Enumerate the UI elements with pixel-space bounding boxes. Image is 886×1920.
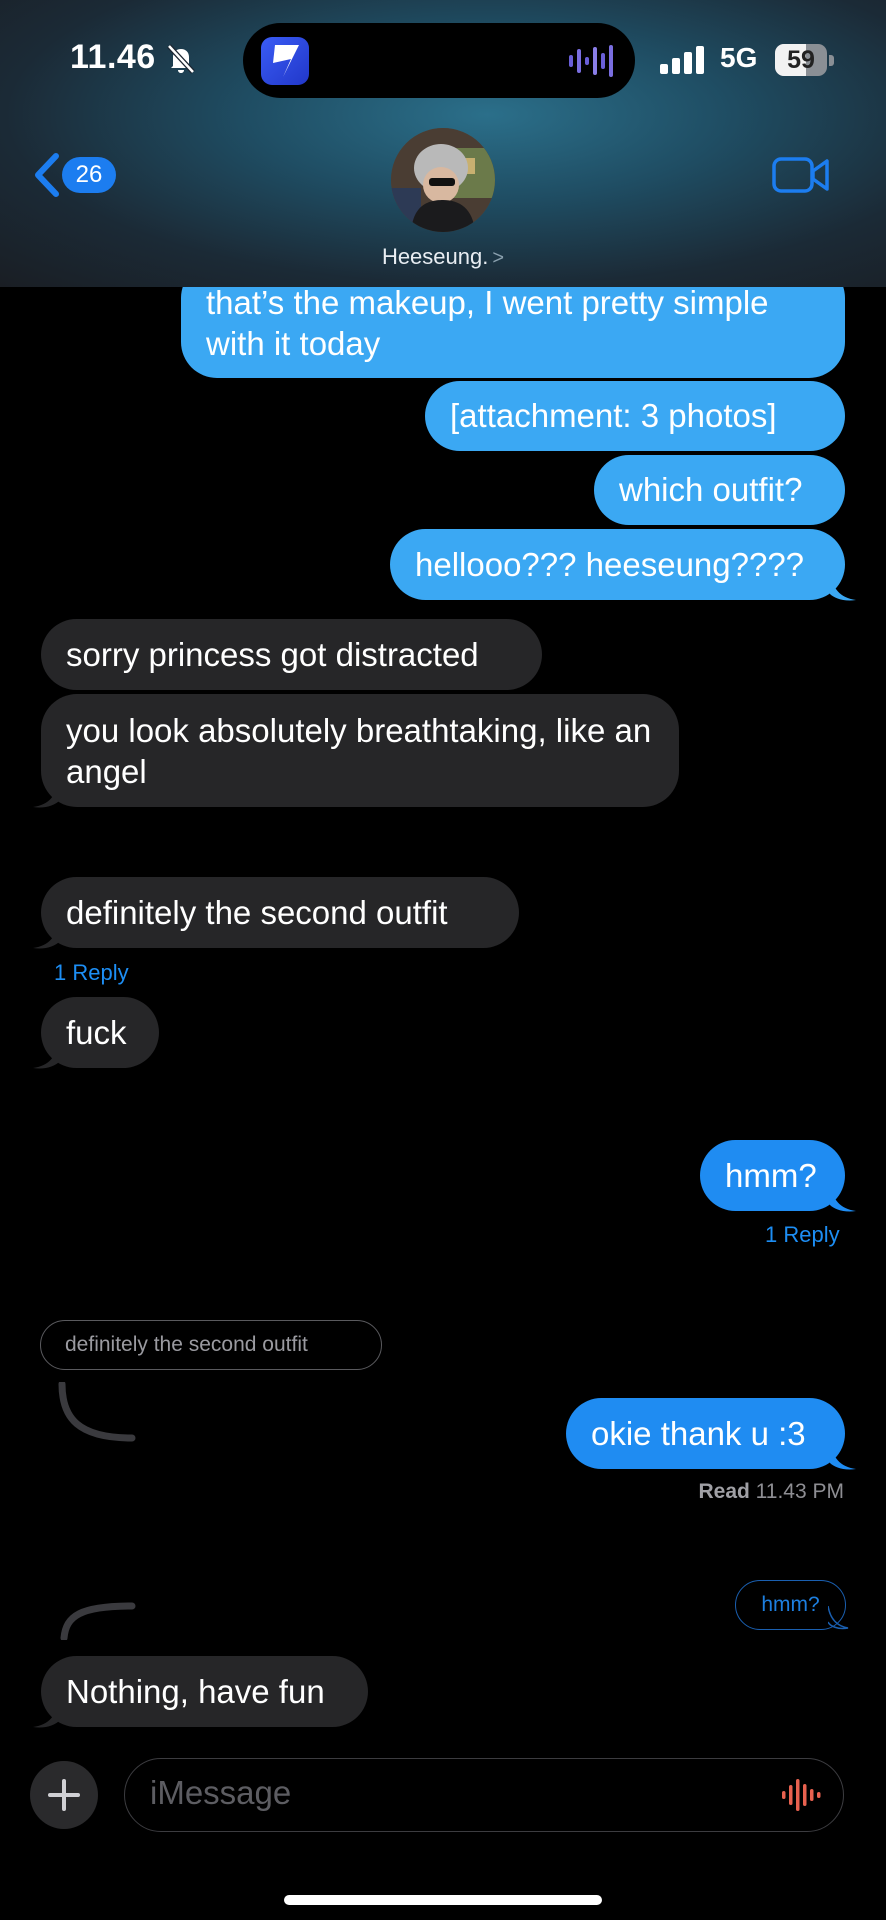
status-time: 11.46 [70,38,156,76]
message-text: you look absolutely breathtaking, like a… [66,712,652,790]
message-bubble-incoming[interactable]: you look absolutely breathtaking, like a… [41,694,679,807]
video-camera-icon[interactable] [772,156,830,194]
chevron-right-icon: > [492,247,505,269]
bell-slash-icon [167,44,195,74]
message-bubble-outgoing[interactable]: okie thank u :3 [566,1398,845,1469]
quoted-message[interactable]: definitely the second outfit [40,1320,382,1370]
message-bubble-incoming[interactable]: Nothing, have fun [41,1656,368,1727]
message-text: definitely the second outfit [66,894,448,931]
read-receipt: Read 11.43 PM [698,1480,844,1504]
message-text: sorry princess got distracted [66,636,479,673]
add-attachment-button[interactable] [30,1761,98,1829]
message-bubble-outgoing[interactable]: which outfit? [594,455,845,525]
message-bubble-incoming[interactable]: definitely the second outfit [41,877,519,948]
bubble-tail [33,920,59,949]
message-text: [attachment: 3 photos] [450,397,777,434]
cellular-signal-icon [660,46,704,74]
message-text: that’s the makeup, I went pretty simple … [206,284,769,362]
unread-count-badge[interactable]: 26 [62,157,116,193]
home-indicator[interactable] [284,1895,602,1905]
message-text: which outfit? [619,471,803,508]
bubble-tail [830,572,856,601]
bubble-tail [33,779,59,808]
waveform-icon[interactable] [782,1779,822,1811]
message-bubble-outgoing[interactable]: [attachment: 3 photos] [425,381,845,451]
message-text: fuck [66,1014,127,1051]
app-icon [261,37,309,85]
bubble-tail [830,1183,856,1212]
bubble-tail [828,1606,849,1630]
dynamic-island[interactable] [243,23,635,98]
read-time: 11.43 PM [755,1480,844,1503]
message-thread: that’s the makeup, I went pretty simple … [0,0,886,1920]
contact-name-text: Heeseung. [381,244,489,269]
message-text: hmm? [725,1157,817,1194]
message-text: Nothing, have fun [66,1673,325,1710]
reply-thread-line [60,1602,136,1640]
battery-percent: 59 [787,46,815,74]
bubble-tail [33,1040,59,1069]
message-text: okie thank u :3 [591,1415,806,1452]
message-bubble-incoming[interactable]: sorry princess got distracted [41,619,542,690]
reply-count-link[interactable]: 1 Reply [54,960,129,986]
quoted-text: definitely the second outfit [65,1333,308,1356]
reply-thread-line [58,1382,136,1442]
message-text: hellooo??? heeseung???? [415,546,805,583]
plus-icon [48,1779,80,1811]
network-type: 5G [720,42,758,73]
contact-name[interactable]: Heeseung. > [0,244,886,270]
reply-count-link[interactable]: 1 Reply [765,1222,840,1248]
message-bubble-outgoing[interactable]: hellooo??? heeseung???? [390,529,845,600]
message-bubble-outgoing[interactable]: hmm? [700,1140,845,1211]
quoted-text: hmm? [761,1593,820,1616]
audio-waveform-icon [569,45,613,77]
message-input-placeholder: iMessage [150,1774,292,1811]
battery-icon: 59 [775,44,835,76]
bubble-tail [33,1699,59,1728]
read-label: Read [698,1480,750,1503]
bubble-tail [830,1441,856,1470]
contact-avatar[interactable] [391,128,495,232]
conversation-header: 11.46 5G 59 26 Heeseung. > [0,0,886,287]
